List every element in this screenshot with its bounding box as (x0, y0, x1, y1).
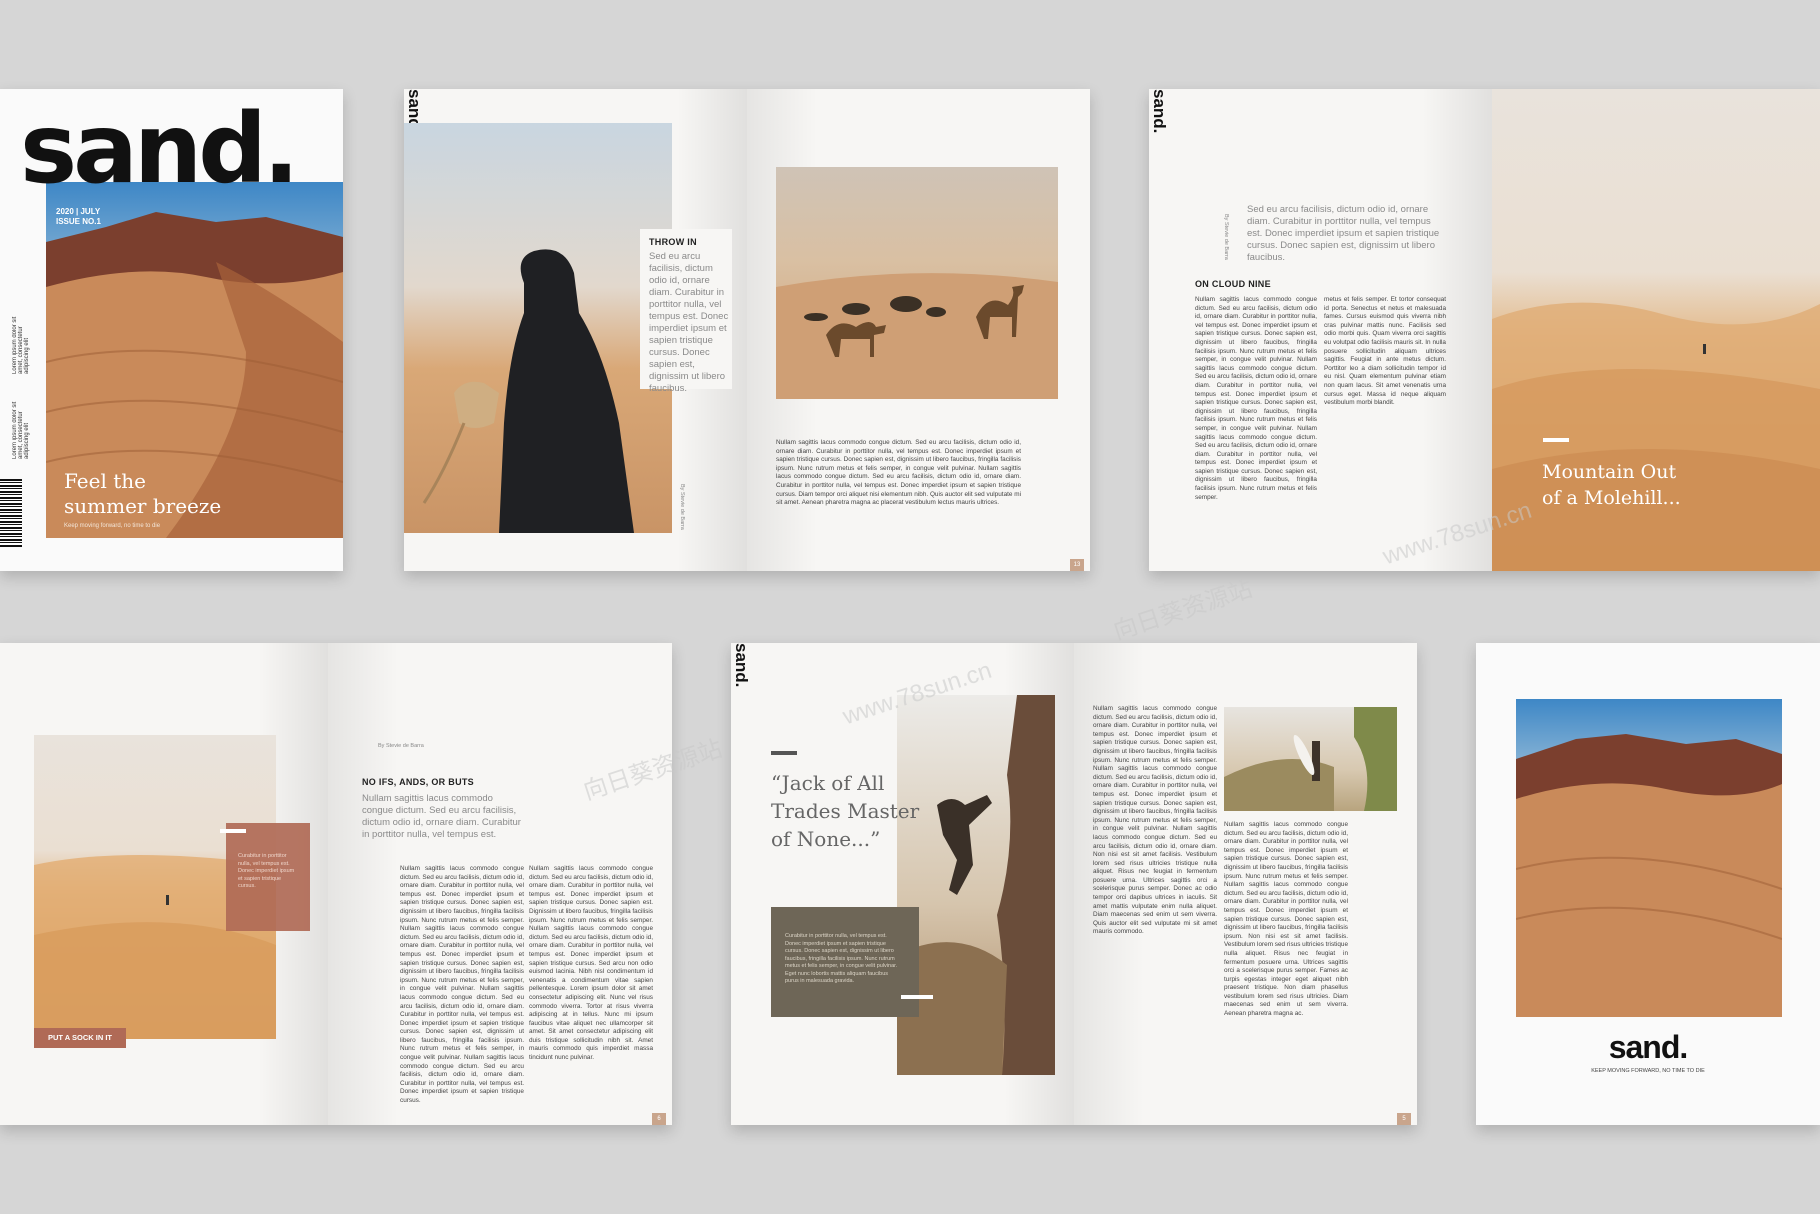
credit-line: By Stevie de Barra (378, 743, 424, 749)
caption-text: Curabitur in porttitor nulla, vel tempus… (785, 933, 898, 984)
spine-logo: sand. (1150, 89, 1169, 134)
spread-gutter (328, 643, 398, 1125)
back-cover-logo: sand. (1608, 1029, 1689, 1065)
spread4-body-col1: Nullam sagittis lacus commodo congue dic… (1093, 705, 1217, 936)
spread1-body-text: Nullam sagittis lacus commodo congue dic… (776, 439, 1021, 507)
throw-in-label: THROW IN (649, 237, 697, 247)
cover-tagline: Keep moving forward, no time to die (64, 523, 161, 529)
caption-text: Curabitur in porttitor nulla, vel tempus… (238, 853, 295, 889)
page-number: 5 (1397, 1113, 1411, 1125)
surfer-art (1224, 707, 1397, 811)
accent-dash (771, 751, 797, 755)
surfer-photo (1224, 707, 1397, 811)
mountain-headline-1: Mountain Out (1542, 461, 1677, 483)
camels-art (776, 273, 1058, 399)
quote-line-1: “Jack of All (771, 771, 885, 795)
climber-photo (897, 695, 1055, 1075)
cover-page: sand. 2020 | JULY ISSUE NO.1 Lorem ipsum… (0, 89, 343, 571)
spine-logo: sand. (732, 643, 751, 688)
spread2-body-col2: metus et felis semper. Et tortor consequ… (1324, 296, 1446, 407)
page-number: 6 (652, 1113, 666, 1125)
back-cover-photo (1516, 699, 1782, 1017)
quote-line-2: Trades Master (771, 799, 920, 823)
cover-masthead: sand. (20, 93, 299, 205)
woman-photo (404, 123, 672, 533)
spread2-intro: Sed eu arcu facilisis, dictum odio id, o… (1247, 204, 1440, 263)
woman-figure-art (422, 249, 634, 533)
spread-jack-of-all-trades: sand. “Jack of All Trades Master of None… (731, 643, 1417, 1125)
spread-no-ifs: Curabitur in porttitor nulla, vel tempus… (0, 643, 672, 1125)
page-number: 13 (1070, 559, 1084, 571)
spread2-body-col1: Nullam sagittis lacus commodo congue dic… (1195, 296, 1317, 501)
cover-issue-number: ISSUE NO.1 (56, 217, 101, 226)
cover-barcode (0, 479, 22, 547)
camels-photo (776, 167, 1058, 399)
back-cover-page: sand. KEEP MOVING FORWARD, NO TIME TO DI… (1476, 643, 1820, 1125)
no-ifs-label: NO IFS, ANDS, OR BUTS (362, 777, 474, 787)
spread3-body-col1: Nullam sagittis lacus commodo congue dic… (400, 865, 524, 1105)
climber-art (897, 695, 1055, 1075)
spread-on-cloud-nine: sand. By Stevie de Barra Sed eu arcu fac… (1149, 89, 1820, 571)
back-cover-dunes-art (1516, 734, 1782, 1017)
watermark-text: 向日葵资源站 (1110, 575, 1256, 646)
cover-headline-1: Feel the (64, 469, 146, 493)
put-a-sock-in-it-button[interactable]: PUT A SOCK IN IT (34, 1028, 126, 1048)
credit-line: By Stevie de Barra (679, 484, 685, 530)
throw-in-quote: Sed eu arcu facilisis, dictum odio id, o… (649, 251, 729, 394)
quote-line-3: of None...” (771, 827, 881, 851)
spread-throw-in: sand. THROW IN Sed eu arcu facilisis, di… (404, 89, 1090, 571)
spread4-body-col2: Nullam sagittis lacus commodo congue dic… (1224, 821, 1348, 1018)
cover-side-text-1: Lorem ipsum dolor sit amet, consectetur … (12, 316, 30, 374)
accent-dash (1543, 438, 1569, 442)
cover-issue-date: 2020 | JULY (56, 207, 101, 216)
accent-dash (901, 995, 933, 999)
mountain-headline-2: of a Molehill... (1542, 487, 1681, 509)
cover-side-text-2: Lorem ipsum dolor sit amet, consectetur … (12, 401, 30, 459)
accent-dash (220, 829, 246, 833)
on-cloud-nine-label: ON CLOUD NINE (1195, 279, 1271, 289)
spread3-body-col2: Nullam sagittis lacus commodo congue dic… (529, 865, 653, 1062)
cover-headline-2: summer breeze (64, 494, 222, 518)
spread3-intro: Nullam sagittis lacus commodo congue dic… (362, 793, 521, 840)
back-cover-tagline: KEEP MOVING FORWARD, NO TIME TO DIE (1591, 1068, 1705, 1074)
credit-line: By Stevie de Barra (1223, 214, 1229, 260)
